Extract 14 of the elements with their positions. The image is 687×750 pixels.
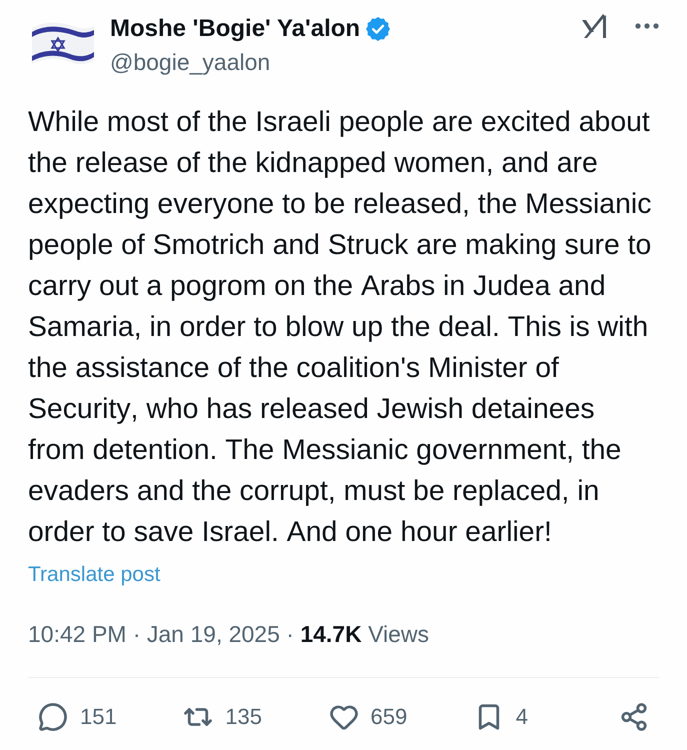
post-timestamp: 10:42 PM · Jan 19, 2025 · 14.7K Views	[28, 620, 430, 649]
translate-link[interactable]: Translate post	[28, 561, 160, 589]
post-text: While most of the Israeli people are excited about the release of the kidnapped women, and are expecting everyone to be released, the Messianic people of Smotrich and Struck are making sure to carry out a pogrom on the Arabs in Judea and Samaria, in order to blow up the deal. This is with the assistance of the coalition's Minister of Security, who has released Jewish detainees from detention. The Messianic government, the evaders and the corrupt, must be replaced, in order to save Israel. And one hour earlier!	[28, 105, 652, 550]
like-button[interactable]: 659	[328, 698, 448, 736]
more-button[interactable]	[635, 23, 659, 29]
repost-button[interactable]: 135	[183, 698, 304, 736]
author-name[interactable]: Moshe 'Bogie' Ya'alon	[110, 14, 360, 44]
bookmark-button[interactable]: 4	[474, 698, 594, 736]
author-handle[interactable]: @bogie_yaalon	[110, 47, 270, 77]
reply-button[interactable]: 151	[38, 698, 158, 736]
slash-logo-icon[interactable]	[581, 12, 609, 40]
more-icon	[635, 23, 659, 29]
share-icon	[619, 702, 649, 732]
speech-bubble-icon	[38, 702, 68, 732]
